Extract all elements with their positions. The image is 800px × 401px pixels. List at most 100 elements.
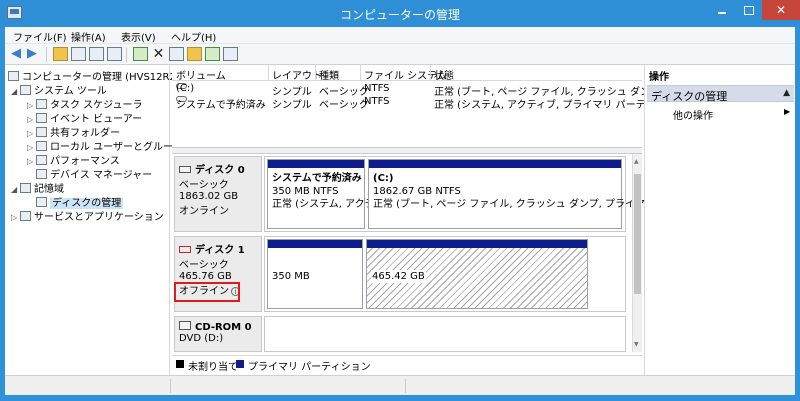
help-icon[interactable] [107,47,122,61]
tree-item-device-manager[interactable]: デバイス マネージャー [36,166,152,181]
clock-icon [36,99,47,109]
search-icon[interactable] [205,47,220,61]
disk0-state: オンライン [179,206,229,217]
tree-item-disk-management[interactable]: ディスクの管理 [36,194,124,209]
cdrom0-label[interactable]: CD-ROM 0 DVD (D:) [174,316,262,352]
column-divider[interactable] [360,65,361,81]
close-button[interactable]: ✕ [762,0,800,20]
partition-type-bar [268,160,364,168]
volume-row[interactable]: システムで予約済み シンプル ベーシック NTFS 正常 (システム, アクティ… [172,96,689,111]
refresh-icon[interactable] [133,47,148,61]
column-type[interactable]: 種類 [319,67,339,82]
up-folder-icon[interactable] [53,47,68,61]
disk1-partition-1[interactable]: 350 MB [267,239,363,309]
volume-row[interactable]: (C:) シンプル ベーシック NTFS 正常 (ブート, ページ ファイル, … [172,83,696,98]
partition-type-bar [268,240,362,248]
disk-management-pane: ボリューム レイアウト 種類 ファイル システム 状態 (C:) シンプル ベー… [172,65,698,375]
tree-item-task-scheduler[interactable]: ▷ タスク スケジューラ [27,96,142,111]
menu-help[interactable]: ヘルプ(H) [171,29,216,44]
menu-action[interactable]: 操作(A) [71,29,106,44]
actions-pane: 操作 ディスクの管理 ▲ 他の操作 ▶ [644,65,795,375]
legend-primary: プライマリ パーティション [248,362,371,373]
users-icon [36,141,47,151]
minimize-button[interactable] [710,0,734,20]
event-log-icon [36,113,47,123]
expand-icon[interactable]: ▷ [11,213,20,222]
tree-item-root[interactable]: コンピューターの管理 (HVS12R2) [8,68,180,83]
submenu-arrow-icon[interactable]: ▶ [784,107,790,116]
column-volume[interactable]: ボリューム [176,67,226,82]
show-hide-tree-icon[interactable] [71,47,86,61]
settings-icon[interactable] [223,47,238,61]
unallocated-swatch [176,360,184,368]
forward-arrow-icon[interactable]: ▶ [27,47,42,61]
tree-item-storage[interactable]: ◢ 記憶域 [11,180,64,195]
scroll-up-icon[interactable]: ▲ [634,158,639,165]
performance-icon [36,155,47,165]
tree-item-shared-folders[interactable]: ▷ 共有フォルダー [27,124,120,139]
export-icon[interactable] [169,47,184,61]
column-divider[interactable] [268,65,269,81]
column-status[interactable]: 状態 [434,67,454,82]
offline-highlight-box [174,282,240,302]
action-other[interactable]: 他の操作 [673,107,713,122]
menu-view[interactable]: 表示(V) [121,29,156,44]
tree-item-services-apps[interactable]: ▷ サービスとアプリケーション [11,208,164,223]
partition-type-bar [367,240,587,248]
tree-item-event-viewer[interactable]: ▷ イベント ビューアー [27,110,142,125]
legend-unallocated: 未割り当て [188,362,238,373]
disk-management-icon [36,197,47,207]
collapse-icon[interactable]: ◢ [11,87,20,96]
tree-item-performance[interactable]: ▷ パフォーマンス [27,152,120,167]
disk1-partitions: 350 MB 465.42 GB [264,236,626,312]
delete-icon[interactable]: ✕ [151,47,166,61]
expand-icon[interactable]: ▷ [27,115,36,124]
actions-section-disk-management[interactable]: ディスクの管理 ▲ [647,85,794,103]
tools-icon [20,85,31,95]
maximize-button[interactable] [736,0,760,20]
disk0-partition-system-reserved[interactable]: システムで予約済み 350 MB NTFS 正常 (システム, アクティ [267,159,384,229]
menu-bar: ファイル(F) 操作(A) 表示(V) ヘルプ(H) [5,27,795,44]
window-title: コンピューターの管理 [339,8,460,22]
collapse-icon[interactable]: ◢ [11,185,20,194]
title-bar[interactable]: コンピューターの管理 ✕ [0,0,800,27]
expand-icon[interactable]: ▷ [27,157,36,166]
status-bar [5,375,795,395]
cdrom0-drive: DVD (D:) [179,333,224,344]
services-icon [20,211,31,221]
tree-item-local-users[interactable]: ▷ ローカル ユーザーとグループ [27,138,182,153]
disk0-label[interactable]: ディスク 0 ベーシック 1863.02 GB オンライン [174,156,262,232]
scroll-down-icon[interactable]: ▼ [634,341,639,348]
disk0-partition-c[interactable]: (C:) 1862.67 GB NTFS 正常 (ブート, ページ ファイル, … [368,159,698,229]
device-manager-icon [36,169,47,179]
actions-title: 操作 [649,72,669,83]
volume-list-header: ボリューム レイアウト 種類 ファイル システム 状態 [172,65,642,82]
disk1-size: 465.76 GB [179,271,232,282]
expand-icon[interactable]: ▷ [27,101,36,110]
disk1-type: ベーシック [179,260,229,271]
back-arrow-icon[interactable]: ◀ [11,47,26,61]
storage-icon [20,183,31,193]
disk-view-scrollbar[interactable]: ▲ ▼ [632,154,642,352]
disk0-type: ベーシック [179,180,229,191]
status-divider [170,379,171,393]
offline-disk-icon [179,246,191,253]
menu-file[interactable]: ファイル(F) [13,29,67,44]
expand-icon[interactable]: ▷ [27,129,36,138]
collapse-up-icon[interactable]: ▲ [783,88,790,98]
toolbar-separator [46,47,47,62]
column-divider[interactable] [430,65,431,81]
disk1-partition-2[interactable]: 465.42 GB [366,239,588,309]
disk0-size: 1863.02 GB [179,191,239,202]
cdrom0-area[interactable] [264,316,626,352]
open-folder-icon[interactable] [187,47,202,61]
properties-icon[interactable] [89,47,104,61]
scroll-thumb[interactable] [634,174,641,294]
expand-icon[interactable]: ▷ [27,143,36,152]
tree-item-system-tools[interactable]: ◢ システム ツール [11,82,107,97]
legend: 未割り当て プライマリ パーティション [172,355,642,373]
column-divider[interactable] [315,65,316,81]
disk0-partitions: システムで予約済み 350 MB NTFS 正常 (システム, アクティ (C:… [264,156,698,232]
main-area: コンピューターの管理 (HVS12R2) ◢ システム ツール ▷ タスク スケジュ… [5,65,795,375]
toolbar-separator [126,47,127,62]
